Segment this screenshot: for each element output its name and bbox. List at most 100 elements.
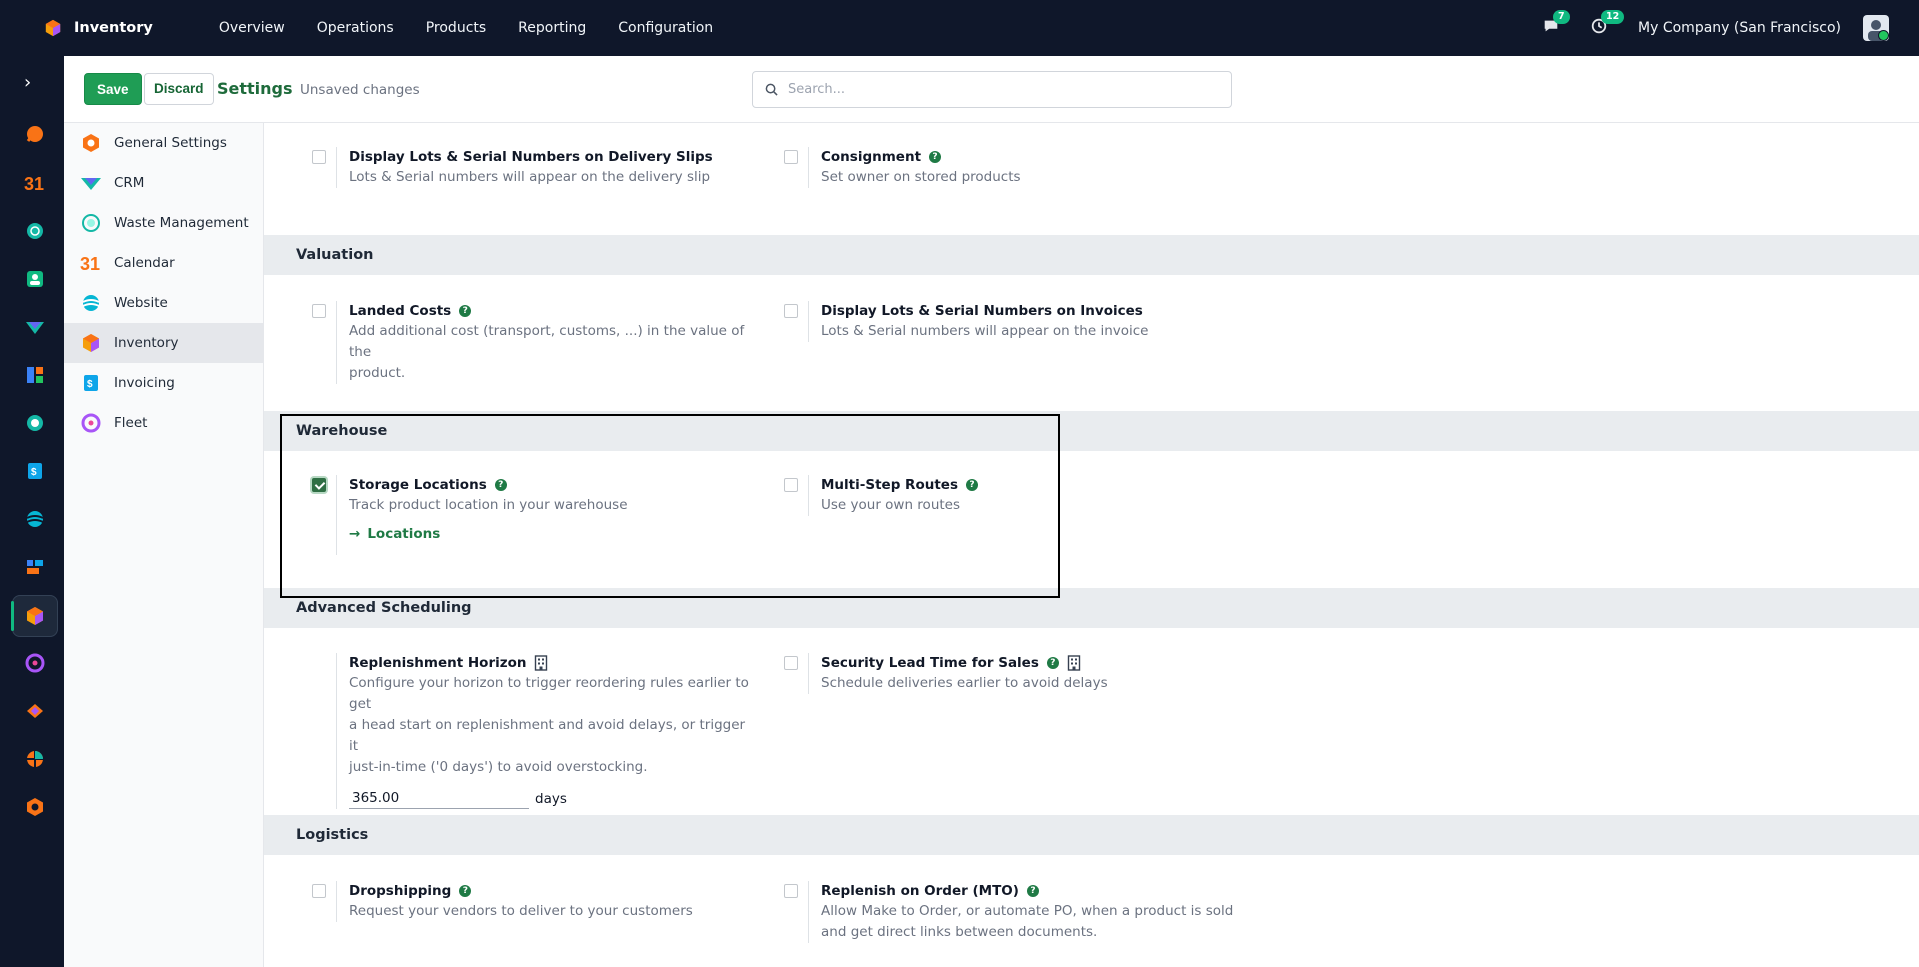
help-icon[interactable]: ? [494,479,507,491]
horizon-days-input[interactable]: 365.00 [349,790,529,809]
messages-button[interactable]: 7 [1542,10,1570,39]
dropshipping-checkbox[interactable] [312,884,326,898]
invoicing-icon: $ [80,372,102,394]
setting-description: Allow Make to Order, or automate PO, whe… [821,903,1234,919]
sidebar-item-label: Waste Management [114,215,249,231]
sidebar-item-website[interactable]: Website [64,283,263,323]
apps-app-icon[interactable] [23,795,47,819]
crm-app-icon[interactable] [23,315,47,339]
activities-button[interactable]: 12 [1590,10,1625,39]
help-icon[interactable]: ? [459,885,472,897]
setting-security-lead-time: Security Lead Time for Sales? Schedule d… [808,653,1228,694]
fleet-icon [80,412,102,434]
discard-button[interactable]: Discard [144,73,214,105]
setting-description: Lots & Serial numbers will appear on the… [821,323,1149,339]
main-menu: Overview Operations Products Reporting C… [211,20,729,36]
company-switcher[interactable]: My Company (San Francisco) [1638,20,1841,36]
menu-overview[interactable]: Overview [211,20,301,36]
setting-title: Multi-Step Routes [821,477,958,493]
sidebar-item-inventory[interactable]: Inventory [64,323,263,363]
sidebar-item-waste-management[interactable]: Waste Management [64,203,263,243]
messages-badge: 7 [1553,10,1570,24]
setting-title: Dropshipping [349,883,452,899]
inventory-logo-icon [45,19,61,37]
invoicing-app-icon[interactable]: $ [23,459,47,483]
arrow-right-icon: → [349,526,361,542]
setting-multi-step-routes: Multi-Step Routes? Use your own routes [808,475,1048,516]
control-panel: Save Discard Settings Unsaved changes Se… [64,56,1919,123]
app-name: Inventory [74,20,153,36]
sidebar-item-label: Invoicing [114,375,175,391]
inventory-app-icon[interactable] [11,595,58,637]
storage-locations-checkbox[interactable] [312,478,326,492]
save-button[interactable]: Save [84,73,142,105]
help-icon[interactable]: ? [459,305,472,317]
calendar-app-icon[interactable]: 31 [23,171,47,195]
section-valuation: Valuation [264,235,1919,275]
building-icon [535,655,548,671]
svg-text:$: $ [31,467,37,478]
setting-description: Lots & Serial numbers will appear on the… [349,169,711,185]
help-icon[interactable]: ? [1046,657,1059,669]
sidebar-item-invoicing[interactable]: $ Invoicing [64,363,263,403]
setting-description: Request your vendors to deliver to your … [349,903,693,919]
search-input[interactable]: Search... [788,82,845,97]
multi-step-routes-checkbox[interactable] [784,478,798,492]
search-box[interactable]: Search... [752,71,1232,108]
employees-app-icon[interactable] [23,411,47,435]
setting-title: Replenish on Order (MTO) [821,883,1019,899]
contacts-app-icon[interactable] [23,267,47,291]
lots-delivery-checkbox[interactable] [312,150,326,164]
setting-title: Display Lots & Serial Numbers on Deliver… [349,149,713,165]
mto-checkbox[interactable] [784,884,798,898]
settings-app-icon [80,132,102,154]
waste-app-icon[interactable] [23,219,47,243]
sidebar-item-fleet[interactable]: Fleet [64,403,263,443]
setting-mto: Replenish on Order (MTO)? Allow Make to … [808,881,1248,943]
setting-description: and get direct links between documents. [821,924,1098,940]
help-icon[interactable]: ? [965,479,978,491]
setting-description: Set owner on stored products [821,169,1021,185]
setting-title: Consignment [821,149,922,165]
sidebar-item-general-settings[interactable]: General Settings [64,123,263,163]
brand[interactable]: Inventory [44,19,153,37]
app-rail: › 31 $ [0,56,64,967]
project-app-icon[interactable] [23,747,47,771]
menu-reporting[interactable]: Reporting [502,20,602,36]
setting-title: Landed Costs [349,303,452,319]
link-label: Locations [367,526,441,542]
svg-text:31: 31 [24,174,44,193]
discuss-app-icon[interactable] [23,122,47,146]
menu-configuration[interactable]: Configuration [602,20,729,36]
setting-description: Add additional cost (transport, customs,… [349,323,745,360]
waste-icon [80,212,102,234]
security-lead-checkbox[interactable] [784,656,798,670]
horizon-unit: days [535,791,567,807]
dashboards-app-icon[interactable] [23,363,47,387]
fleet-app-icon[interactable] [23,651,47,675]
planning-app-icon[interactable] [23,555,47,579]
lots-invoices-checkbox[interactable] [784,304,798,318]
page-title: Settings [217,79,293,98]
help-icon[interactable]: ? [1026,885,1039,897]
top-navbar: Inventory Overview Operations Products R… [0,0,1919,56]
website-app-icon[interactable] [23,507,47,531]
sidebar-item-calendar[interactable]: 31 Calendar [64,243,263,283]
setting-dropshipping: Dropshipping? Request your vendors to de… [336,881,756,922]
sales-app-icon[interactable] [23,699,47,723]
menu-products[interactable]: Products [410,20,502,36]
menu-operations[interactable]: Operations [301,20,410,36]
user-avatar[interactable] [1863,15,1889,41]
landed-costs-checkbox[interactable] [312,304,326,318]
settings-content: Display Lots & Serial Numbers on Deliver… [264,123,1919,967]
setting-title: Display Lots & Serial Numbers on Invoice… [821,303,1143,319]
sidebar-item-label: Calendar [114,255,175,271]
locations-link[interactable]: → Locations [349,526,756,542]
setting-description: Use your own routes [821,497,961,513]
consignment-checkbox[interactable] [784,150,798,164]
sidebar-item-crm[interactable]: CRM [64,163,263,203]
inventory-icon [80,332,102,354]
help-icon[interactable]: ? [929,151,942,163]
expand-rail-icon[interactable]: › [24,72,31,93]
setting-description: product. [349,365,406,381]
